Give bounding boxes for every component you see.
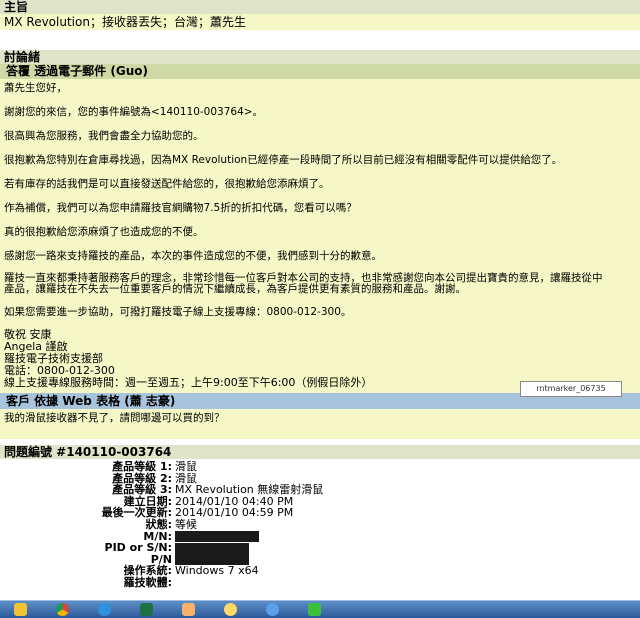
taskbar-photoshop-button[interactable] <box>170 602 206 618</box>
customer-header-label: 客戶 依據 Web 表格 (蕭 志豪) <box>6 394 176 408</box>
field-row: 羅技軟體: <box>0 577 640 589</box>
taskbar <box>0 600 640 618</box>
reply-paragraph: 若有庫存的話我們是可以直接發送配件給您的，很抱歉給您添麻煩了。 <box>4 178 330 190</box>
summary-value: MX Revolution；接收器丟失；台灣；蕭先生 <box>0 14 640 30</box>
reply-paragraph: 作為補償，我們可以為您申請羅技官網購物7.5折的折扣代碼，您看可以嗎？ <box>4 202 357 214</box>
field-value <box>175 531 640 543</box>
photoshop-icon <box>181 603 195 616</box>
chrome-icon <box>55 603 69 616</box>
field-row: 產品等級 3: MX Revolution 無線雷射滑鼠 <box>0 484 640 496</box>
field-row: PID or S/N: <box>0 542 640 554</box>
excel-icon <box>139 603 153 616</box>
ie-icon <box>97 603 111 616</box>
taskbar-line-button[interactable] <box>296 602 332 618</box>
customer-message: 我的滑鼠接收器不見了，請問哪邊可以買的到？ <box>0 409 640 439</box>
taskbar-globe-button[interactable] <box>254 602 290 618</box>
field-row: 狀態: 等候 <box>0 519 640 531</box>
globe-icon <box>265 603 279 616</box>
field-row: 建立日期: 2014/01/10 04:40 PM <box>0 496 640 508</box>
folder-icon <box>13 603 27 616</box>
weather-icon <box>223 603 237 616</box>
reply-paragraph: 真的很抱歉給您添麻煩了也造成您的不便。 <box>4 226 204 238</box>
marker-tooltip: rntmarker_06735 <box>520 381 622 397</box>
reply-body: 蕭先生您好， 謝謝您的來信，您的事件編號為<140110-003764>。 很高… <box>0 79 640 393</box>
field-value <box>175 542 640 554</box>
issue-title: 問題編號 #140110-003764 <box>0 445 640 459</box>
page: 主旨 MX Revolution；接收器丟失；台灣；蕭先生 討論緒 答覆 透過電… <box>0 0 640 600</box>
field-label: 狀態: <box>145 517 172 531</box>
reply-paragraph: 很抱歉為您特別在倉庫尋找過，因為MX Revolution已經停產一段時間了所以… <box>4 154 563 166</box>
taskbar-excel-button[interactable] <box>128 602 164 618</box>
field-row: 操作系統: Windows 7 x64 <box>0 565 640 577</box>
field-row: 最後一次更新: 2014/01/10 04:59 PM <box>0 507 640 519</box>
taskbar-ie-button[interactable] <box>86 602 122 618</box>
reply-paragraph: 如果您需要進一步協助，可撥打羅技電子線上支援專線：0800-012-300。 <box>4 306 352 318</box>
field-value: 等候 <box>175 517 197 531</box>
reply-paragraph: 蕭先生您好， <box>4 82 67 94</box>
spacer <box>0 30 640 50</box>
field-label: 羅技軟體: <box>123 575 172 589</box>
field-value <box>175 577 640 589</box>
field-value: Windows 7 x64 <box>175 564 259 578</box>
line-icon <box>307 603 321 616</box>
customer-header: 客戶 依據 Web 表格 (蕭 志豪) rntmarker_06735 <box>0 381 640 409</box>
taskbar-folder-button[interactable] <box>2 602 38 618</box>
redacted-block <box>175 531 259 543</box>
field-value: 滑鼠 <box>175 460 197 473</box>
reply-header: 答覆 透過電子郵件 (Guo) <box>0 64 640 79</box>
issue-fields: 產品等級 1: 滑鼠 產品等級 2: 滑鼠 產品等級 3: MX Revolut… <box>0 459 640 589</box>
reply-paragraph: 感謝您一路來支持羅技的產品，本次的事件造成您的不便，我們感到十分的歉意。 <box>4 250 382 262</box>
summary-title: 主旨 <box>0 0 640 14</box>
reply-paragraph: 謝謝您的來信，您的事件編號為<140110-003764>。 <box>4 106 264 118</box>
field-row: P/N <box>0 554 640 566</box>
field-label: PID or S/N: <box>104 541 172 555</box>
taskbar-chrome-button[interactable] <box>44 602 80 618</box>
redacted-block <box>175 542 249 554</box>
signature-line: 敬祝 安康 <box>4 328 52 341</box>
reply-paragraph: 羅技一直來都秉持著服務客戶的理念，非常珍惜每一位客戶對本公司的支持，也非常感謝您… <box>4 272 603 295</box>
taskbar-weather-button[interactable] <box>212 602 248 618</box>
field-value: 2014/01/10 04:59 PM <box>175 506 294 520</box>
field-row: 產品等級 1: 滑鼠 <box>0 461 640 473</box>
field-label: 產品等級 1: <box>112 460 172 473</box>
discussion-title: 討論緒 <box>0 50 640 64</box>
field-row: M/N: <box>0 530 640 543</box>
reply-paragraph: 很高興為您服務，我們會盡全力協助您的。 <box>4 130 204 142</box>
